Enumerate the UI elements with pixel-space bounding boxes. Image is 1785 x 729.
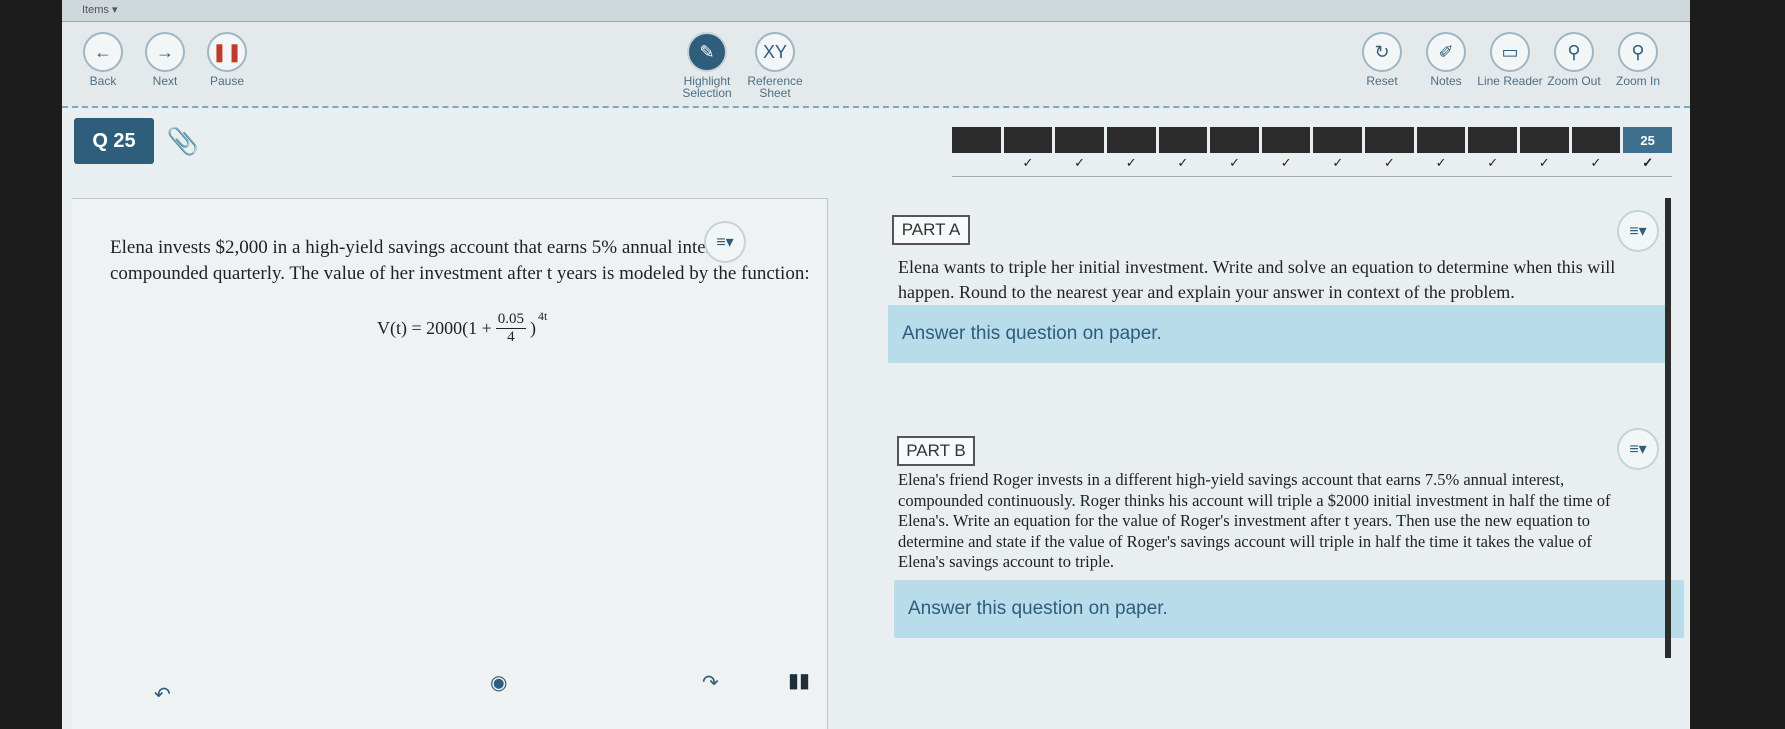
fraction-numerator: 0.05 xyxy=(495,311,527,329)
progress-item[interactable]: ✓ xyxy=(1313,127,1363,170)
formula: V(t) = 2000(1 + 0.05 4 ) 4t xyxy=(377,309,548,346)
passage-menu-button[interactable]: ≡▾ xyxy=(704,221,746,263)
check-icon: ✓ xyxy=(1332,155,1344,170)
progress-item[interactable]: ✓ xyxy=(1365,127,1414,170)
check-icon: ✓ xyxy=(1487,155,1499,170)
zoom-in-label: Zoom In xyxy=(1615,74,1660,88)
question-number-badge: Q 25 xyxy=(74,118,154,164)
zoom-in-icon: ⚲ xyxy=(1618,32,1658,72)
progress-item[interactable]: ✓ xyxy=(1210,127,1259,170)
radio-icon[interactable]: ◉ xyxy=(490,670,507,695)
part-a-label: PART A xyxy=(892,215,970,245)
toolbar: ← Back → Next ❚❚ Pause ✎ Highlight Selec… xyxy=(62,22,1690,108)
notes-icon: ✐ xyxy=(1426,32,1466,72)
progress-divider xyxy=(952,176,1672,177)
part-a-menu-button[interactable]: ≡▾ xyxy=(1617,210,1659,252)
progress-item[interactable]: ✓ xyxy=(1106,127,1156,170)
progress-item[interactable]: ✓ xyxy=(1055,127,1104,170)
check-icon: ✓ xyxy=(1022,155,1034,170)
check-icon: ✓ xyxy=(1590,155,1602,170)
progress-item[interactable]: ✓ xyxy=(1571,127,1621,170)
highlight-label: Highlight Selection xyxy=(682,74,732,100)
progress-item[interactable]: ✓ xyxy=(1158,127,1208,170)
progress-item[interactable]: ✓ xyxy=(1261,127,1311,170)
notes-label: Notes xyxy=(1430,74,1462,88)
monitor-bezel xyxy=(1690,0,1785,729)
progress-item[interactable]: ✓ xyxy=(1416,127,1466,170)
passage-panel: Elena invests $2,000 in a high-yield sav… xyxy=(72,198,828,729)
scrollbar[interactable] xyxy=(1665,198,1671,658)
zoom-in-button[interactable]: ⚲ Zoom In xyxy=(1603,32,1673,87)
formula-exponent: 4t xyxy=(538,309,548,323)
fraction-denominator: 4 xyxy=(507,329,515,345)
progress-item[interactable]: ✓ xyxy=(1003,127,1053,170)
progress-item[interactable]: ✓ xyxy=(1520,127,1569,170)
line-reader-icon: ▭ xyxy=(1490,32,1530,72)
check-icon: ✓ xyxy=(1125,155,1137,170)
zoom-out-button[interactable]: ⚲ Zoom Out xyxy=(1539,32,1609,87)
pause-button[interactable]: ❚❚ Pause xyxy=(192,32,262,87)
part-a-text: Elena wants to triple her initial invest… xyxy=(898,257,1616,302)
highlight-selection-button[interactable]: ✎ Highlight Selection xyxy=(672,32,742,99)
formula-lhs: V(t) = 2000(1 + xyxy=(377,318,492,338)
current-question-number: 25 xyxy=(1640,132,1655,148)
check-icon: ✓ xyxy=(1074,155,1086,170)
pause-label: Pause xyxy=(209,74,245,88)
check-icon: ✓ xyxy=(1280,155,1292,170)
progress-item-current[interactable]: 25 ✓ xyxy=(1623,127,1672,170)
reset-button[interactable]: ↻ Reset xyxy=(1347,32,1417,87)
zoom-out-label: Zoom Out xyxy=(1547,74,1601,88)
formula-fraction: 0.05 4 xyxy=(495,311,527,346)
check-icon: ✓ xyxy=(1177,155,1189,170)
reset-label: Reset xyxy=(1366,74,1398,88)
formula-close: ) xyxy=(530,318,537,338)
progress-item[interactable]: ✓ xyxy=(1468,127,1518,170)
xy-icon: XY xyxy=(755,32,795,72)
notes-button[interactable]: ✐ Notes xyxy=(1411,32,1481,87)
part-b-menu-button[interactable]: ≡▾ xyxy=(1617,428,1659,470)
arrow-left-icon: ← xyxy=(83,32,123,72)
part-b-label: PART B xyxy=(897,436,975,466)
part-b-answer-box[interactable]: Answer this question on paper. xyxy=(894,580,1684,638)
check-icon: ✓ xyxy=(1435,155,1447,170)
top-menu-strip: Items ▾ xyxy=(62,0,1690,22)
bookmark-icon[interactable]: ▮▮ xyxy=(788,668,810,693)
check-icon: ✓ xyxy=(1383,155,1395,170)
redo-icon[interactable]: ↷ xyxy=(702,670,719,695)
next-label: Next xyxy=(152,74,178,88)
check-icon: ✓ xyxy=(1229,155,1240,170)
paperclip-icon[interactable]: 📎 xyxy=(166,124,200,158)
refresh-icon: ↻ xyxy=(1362,32,1402,72)
reference-label: Reference Sheet xyxy=(747,74,803,100)
part-b-text: Elena's friend Roger invests in a differ… xyxy=(898,470,1611,571)
progress-item[interactable] xyxy=(952,127,1001,153)
reference-sheet-button[interactable]: XY Reference Sheet xyxy=(740,32,810,99)
check-icon: ✓ xyxy=(1642,155,1654,170)
bottom-toolbar: ↶ ◉ ↷ ▮▮ xyxy=(62,670,1690,729)
back-button[interactable]: ← Back xyxy=(68,32,138,87)
zoom-out-icon: ⚲ xyxy=(1554,32,1594,72)
next-button[interactable]: → Next xyxy=(130,32,200,87)
items-menu[interactable]: Items ▾ xyxy=(82,4,117,16)
pause-icon: ❚❚ xyxy=(207,32,247,72)
arrow-right-icon: → xyxy=(145,32,185,72)
part-a-answer-box[interactable]: Answer this question on paper. xyxy=(888,305,1668,363)
question-progress-bar: ✓ ✓ ✓ ✓ ✓ ✓ ✓ ✓ ✓ ✓ ✓ ✓ 25 ✓ xyxy=(952,127,1672,170)
back-label: Back xyxy=(89,74,117,88)
highlighter-icon: ✎ xyxy=(687,32,727,72)
line-reader-label: Line Reader xyxy=(1477,74,1543,88)
undo-icon[interactable]: ↶ xyxy=(154,682,171,707)
line-reader-button[interactable]: ▭ Line Reader xyxy=(1475,32,1545,87)
check-icon: ✓ xyxy=(1538,155,1550,170)
test-screen: Items ▾ ← Back → Next ❚❚ Pause ✎ Highlig… xyxy=(62,0,1690,729)
